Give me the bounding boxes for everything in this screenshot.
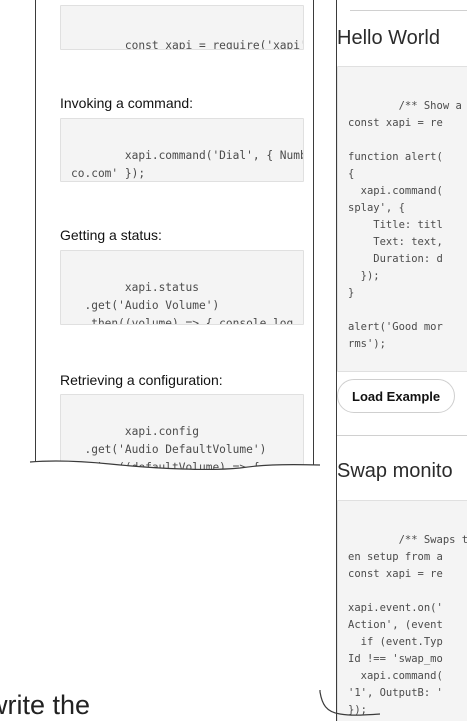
torn-edge-right-line (319, 690, 381, 716)
example-title-hello-world: Hello World (337, 27, 440, 49)
divider-middle (337, 435, 467, 436)
command-code-text: xapi.command('Dial', { Number: 'm co.com… (71, 149, 303, 180)
hello-world-code-block: /** Show a mess const xapi = re function… (337, 66, 467, 372)
section-heading-status: Getting a status: (60, 227, 162, 243)
swap-monitors-code-block: /** Swaps the c en setup from a const xa… (337, 500, 467, 721)
canvas: const xapi = require('xapi'); Invoking a… (0, 0, 467, 721)
status-code-block: xapi.status .get('Audio Volume') .then((… (60, 250, 304, 325)
load-example-button[interactable]: Load Example (337, 379, 456, 413)
load-example-button-label: Load Example (352, 389, 441, 404)
left-doc-panel: const xapi = require('xapi'); Invoking a… (35, 0, 314, 470)
swap-monitors-code-text: /** Swaps the c en setup from a const xa… (348, 534, 467, 716)
bottom-text-fragment: write the (0, 690, 91, 720)
examples-panel: Hello World /** Show a mess const xapi =… (336, 0, 467, 721)
section-heading-command: Invoking a command: (60, 95, 194, 111)
hello-world-code-text: /** Show a mess const xapi = re function… (348, 100, 462, 350)
import-code-text: const xapi = require('xapi'); (124, 39, 304, 50)
example-title-swap-monitors: Swap monito (337, 460, 453, 482)
divider-top (350, 10, 467, 11)
torn-edge-right (319, 690, 381, 716)
section-heading-config: Retrieving a configuration: (60, 372, 223, 388)
torn-edge-left (29, 460, 321, 485)
import-code-block: const xapi = require('xapi'); (60, 5, 304, 50)
command-code-block: xapi.command('Dial', { Number: 'm co.com… (60, 118, 304, 182)
status-code-text: xapi.status .get('Audio Volume') .then((… (84, 281, 294, 325)
